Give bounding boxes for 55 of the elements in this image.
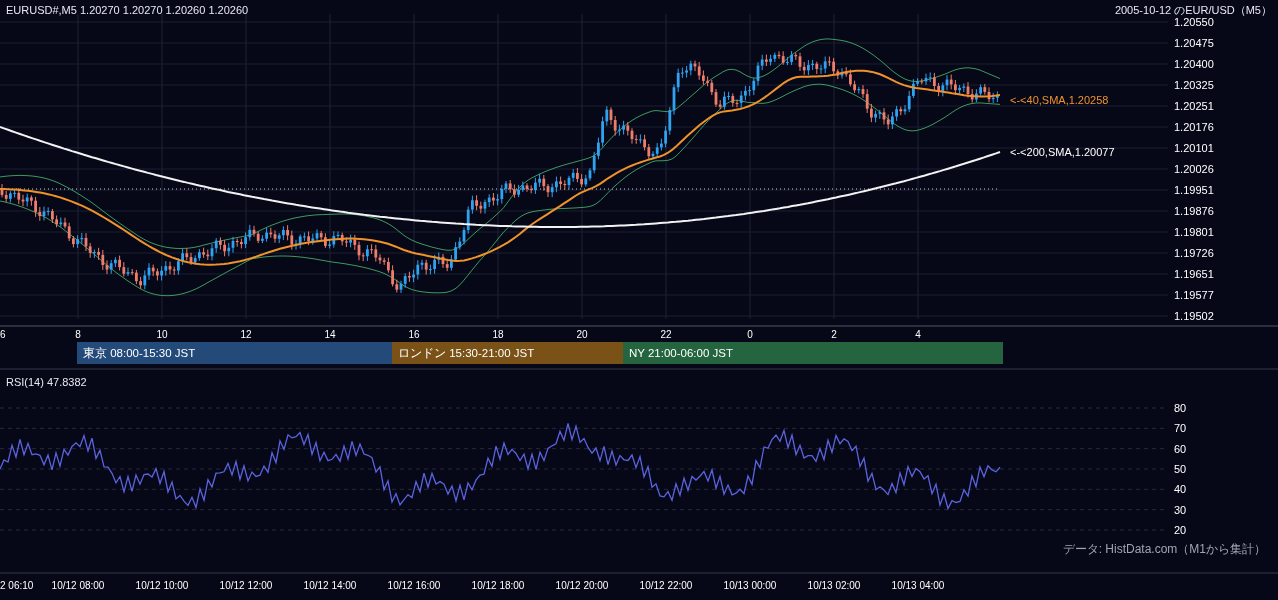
moving-average-label: <-<40,SMA,1.20258 [1010,94,1109,106]
hour-axis-label: 22 [660,329,672,340]
time-axis-label: 10/12 12:00 [219,580,273,591]
price-axis-label: 1.19651 [1174,268,1214,280]
time-axis-label: 10/12 20:00 [555,580,609,591]
rsi-axis-label: 50 [1174,463,1187,475]
hour-axis-label: 6 [0,329,6,340]
session-band: 東京 08:00-15:30 JST [77,342,392,364]
time-axis-label: 10/12 18:00 [471,580,525,591]
rsi-axis-label: 60 [1174,442,1187,455]
rsi-label: RSI(14) 47.8382 [6,376,87,388]
session-band: ロンドン 15:30-21:00 JST [392,342,623,364]
price-axis-label: 1.19726 [1174,247,1214,259]
price-axis-label: 1.19801 [1174,226,1214,238]
price-axis-label: 1.20475 [1174,37,1214,49]
hour-axis-label: 10 [156,329,168,340]
time-axis-label: 10/13 00:00 [723,580,777,591]
time-axis-label: 10/13 02:00 [807,580,861,591]
time-axis-label: 10/12 22:00 [639,580,693,591]
time-axis-label: 10/12 10:00 [135,580,189,591]
rsi-axis-label: 80 [1174,402,1187,414]
rsi-axis-label: 20 [1174,524,1187,536]
price-axis-label: 1.20325 [1174,79,1214,91]
hour-axis-label: 0 [747,329,753,340]
price-axis-label: 1.20101 [1174,142,1214,154]
session-band: NY 21:00-06:00 JST [623,342,1003,364]
hour-axis-label: 18 [492,329,504,340]
hour-axis-label: 4 [915,329,921,340]
price-axis-label: 1.19502 [1174,310,1214,322]
price-axis-label: 1.20251 [1174,100,1214,112]
time-axis-label: 10/12 14:00 [303,580,357,591]
rsi-axis-label: 40 [1174,483,1187,496]
price-axis-label: 1.20026 [1174,163,1214,175]
hour-axis-label: 8 [75,329,81,340]
hour-axis-label: 12 [240,329,252,340]
data-credit: データ: HistData.com（M1から集計） [1062,542,1266,556]
hour-axis-label: 2 [831,329,837,340]
price-axis-label: 1.20176 [1174,121,1214,133]
price-axis-label: 1.19876 [1174,205,1214,217]
chart-title: 2005-10-12 のEUR/USD（M5） [1114,3,1272,18]
moving-average-label: <-<200,SMA,1.20077 [1010,146,1115,158]
time-axis-label: 10/12 08:00 [51,580,105,591]
time-axis-label: 10/12 16:00 [387,580,441,591]
hour-axis-label: 16 [408,329,420,340]
price-axis-label: 1.20550 [1174,16,1214,28]
hour-axis-label: 14 [324,329,336,340]
rsi-axis-label: 30 [1174,503,1187,516]
time-axis-label: 10/13 04:00 [891,580,945,591]
price-axis-label: 1.20400 [1174,58,1214,70]
time-axis-label: 2 06:10 [0,580,34,591]
price-axis-label: 1.19951 [1174,184,1214,196]
price-axis-label: 1.19577 [1174,289,1214,301]
symbol-quote: EURUSD#,M5 1.20270 1.20270 1.20260 1.20260 [6,3,249,18]
rsi-axis-label: 70 [1174,422,1187,435]
hour-axis-label: 20 [576,329,588,340]
